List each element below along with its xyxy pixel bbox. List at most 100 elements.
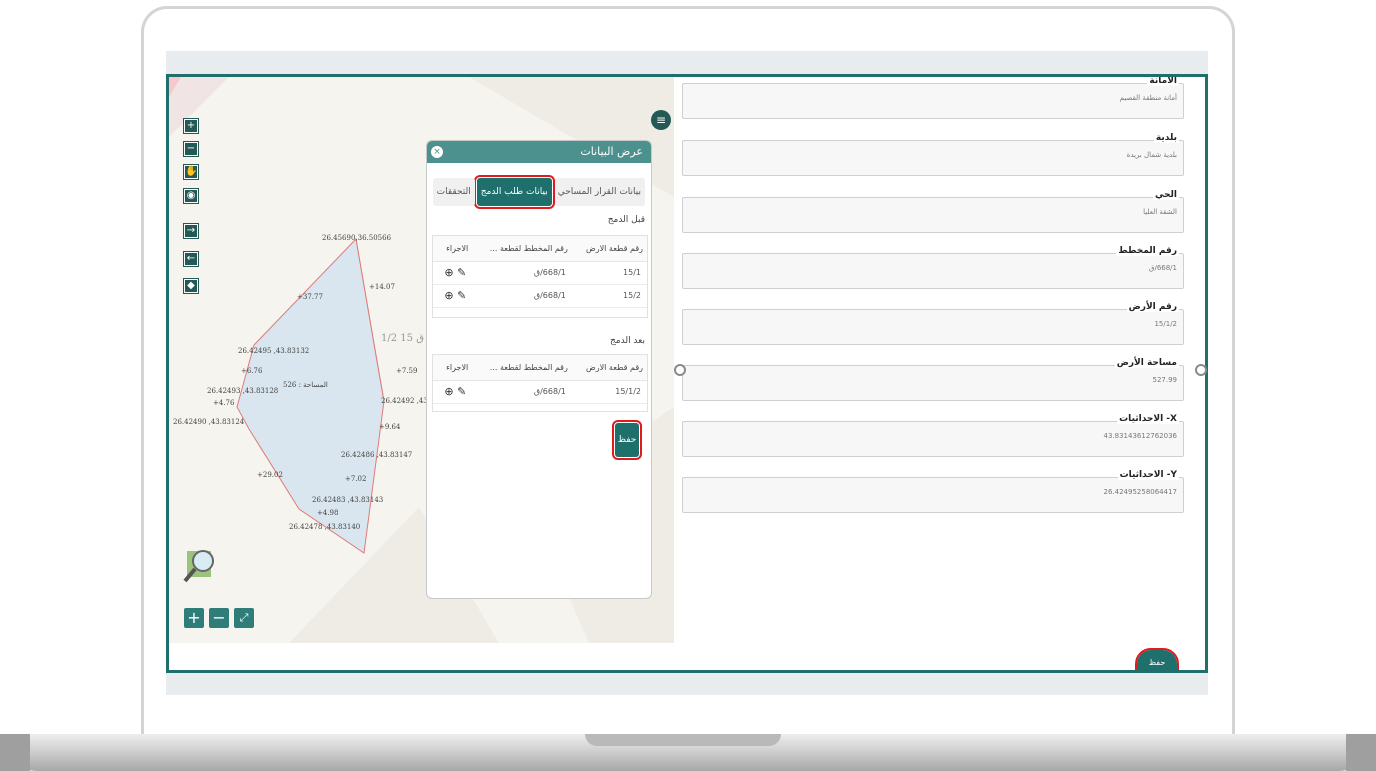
eraser-icon[interactable]: ◆ [183,278,199,294]
col-action: الاجراء [433,236,473,262]
field-label: X- الاحداثيات [1117,414,1179,424]
field-district[interactable]: الحي الشقة العليا [682,190,1184,233]
cell-plan: 668/1/ق [472,284,572,308]
zoom-out-box-icon[interactable]: − [183,141,199,157]
before-merge-title: قبل الدمج [607,215,645,225]
row-actions: ✎ ⊕ [433,261,473,285]
after-merge-title: بعد الدمج [609,336,645,346]
field-parcel-number[interactable]: رقم الأرض 15/1/2 [682,302,1184,345]
arrow-right-icon[interactable]: → [183,223,199,239]
laptop-base [0,734,1376,771]
parcel-polygon [236,237,385,554]
panel-header: عرض البيانات × [427,141,651,163]
table-row: 15/1 668/1/ق ✎ ⊕ [433,261,647,285]
map-footer [169,643,674,670]
globe-icon[interactable]: ◉ [183,188,199,204]
field-value: 43.83143612762036 [1103,432,1177,440]
zoom-out-icon[interactable]: − [209,608,229,628]
map-label: 26.42493 ,43.83128 [207,387,279,395]
col-plan: رقم المخطط لقطعة ... [472,236,572,262]
edit-icon[interactable]: ✎ [457,266,466,279]
tab-survey-decision[interactable]: بيانات القرار المساحي [553,178,645,206]
field-amanah[interactable]: الأمانة أمانة منطقة القصيم [682,77,1184,119]
col-action: الاجراء [433,355,473,381]
distance-label: +14.07 [369,283,395,291]
zoom-icon[interactable]: ⊕ [444,289,453,302]
magnifier-map-icon[interactable] [183,543,219,583]
field-x-coordinate[interactable]: X- الاحداثيات 43.83143612762036 [682,414,1184,457]
fullscreen-icon[interactable]: ⤢ [234,608,254,628]
area-label: المساحة : 526 [283,381,328,389]
field-label: الأمانة [1147,76,1179,86]
zoom-icon[interactable]: ⊕ [444,385,453,398]
field-value: 527.99 [1152,376,1178,384]
col-plan: رقم المخطط لقطعة ... [472,355,572,381]
map-label: 26.42486 ,43.83147 [341,451,413,459]
arrow-left-icon[interactable]: ← [183,251,199,267]
field-label: رقم المخطط [1116,246,1179,256]
field-municipality[interactable]: بلدية بلدية شمال بريدة [682,133,1184,176]
zoom-icon[interactable]: ⊕ [444,266,453,279]
distance-label: +4.98 [317,509,339,517]
distance-label: +37.77 [297,293,323,301]
row-actions: ✎ ⊕ [433,380,473,404]
resize-handle-middle[interactable] [674,364,686,376]
base-edge-right [1346,734,1376,771]
resize-handle-right[interactable] [1195,364,1207,376]
edit-icon[interactable]: ✎ [457,385,466,398]
distance-label: +4.76 [213,399,235,407]
app-window: 26.45690,36.50566 26.42495 ,43.83132 26.… [166,74,1208,673]
layers-menu-icon[interactable]: ≡ [651,110,671,130]
distance-label: +29.02 [257,471,283,479]
field-parcel-area[interactable]: مساحة الأرض 527.99 [682,358,1184,401]
col-parcel: رقم قطعة الارض [571,236,647,262]
base-edge-left [0,734,30,771]
tab-verifications[interactable]: التحققات [432,178,475,206]
field-y-coordinate[interactable]: Y- الاحداثيات 26.42495258064417 [682,470,1184,513]
map-label: 26.45690,36.50566 [322,234,392,242]
field-value: 15/1/2 [1154,320,1177,328]
field-value: 668/1/ق [1149,264,1177,272]
laptop-mockup: 26.45690,36.50566 26.42495 ,43.83132 26.… [0,0,1376,771]
panel-tabs: بيانات القرار المساحي بيانات طلب الدمج ا… [432,175,645,209]
cell-parcel: 15/1/2 [571,380,647,404]
cell-parcel: 15/2 [571,284,647,308]
base-notch [585,734,781,746]
parcel-label: 1/2 ق 15 [381,333,424,344]
before-merge-table: رقم قطعة الارض رقم المخطط لقطعة ... الاج… [433,236,647,308]
close-icon[interactable]: × [431,146,443,158]
distance-label: +7.59 [396,367,418,375]
form-save-button[interactable]: حفظ [1135,648,1179,670]
data-panel: عرض البيانات × بيانات القرار المساحي بيا… [426,140,652,599]
panel-title: عرض البيانات [580,145,643,158]
zoom-in-icon[interactable]: + [184,608,204,628]
field-plan-number[interactable]: رقم المخطط 668/1/ق [682,246,1184,289]
after-merge-table: رقم قطعة الارض رقم المخطط لقطعة ... الاج… [433,355,647,404]
table-row: 15/2 668/1/ق ✎ ⊕ [433,284,647,308]
field-label: مساحة الأرض [1114,358,1179,368]
distance-label: +7.02 [345,475,367,483]
col-parcel: رقم قطعة الارض [571,355,647,381]
map-label: 26.42478 ,43.83140 [289,523,361,531]
field-label: بلدية [1153,133,1179,143]
distance-label: +6.76 [241,367,263,375]
map-label: 26.42490 ,43.83124 [173,418,245,426]
map-label: 26.42483 ,43.83143 [312,496,384,504]
table-row: 15/1/2 668/1/ق ✎ ⊕ [433,380,647,404]
edit-icon[interactable]: ✎ [457,289,466,302]
pan-hand-icon[interactable]: ✋ [183,164,199,180]
field-value: أمانة منطقة القصيم [1119,94,1177,102]
panel-save-button[interactable]: حفظ [612,420,642,460]
cell-plan: 668/1/ق [472,261,572,285]
row-actions: ✎ ⊕ [433,284,473,308]
distance-label: +9.64 [379,423,401,431]
field-value: الشقة العليا [1143,208,1177,216]
field-value: 26.42495258064417 [1103,488,1177,496]
field-value: بلدية شمال بريدة [1126,151,1177,159]
zoom-in-box-icon[interactable]: + [183,118,199,134]
field-label: الحي [1152,190,1179,200]
field-label: Y- الاحداثيات [1117,470,1179,480]
tab-merge-request[interactable]: بيانات طلب الدمج [473,175,555,209]
cell-plan: 668/1/ق [472,380,572,404]
map-view[interactable]: 26.45690,36.50566 26.42495 ,43.83132 26.… [169,77,674,643]
